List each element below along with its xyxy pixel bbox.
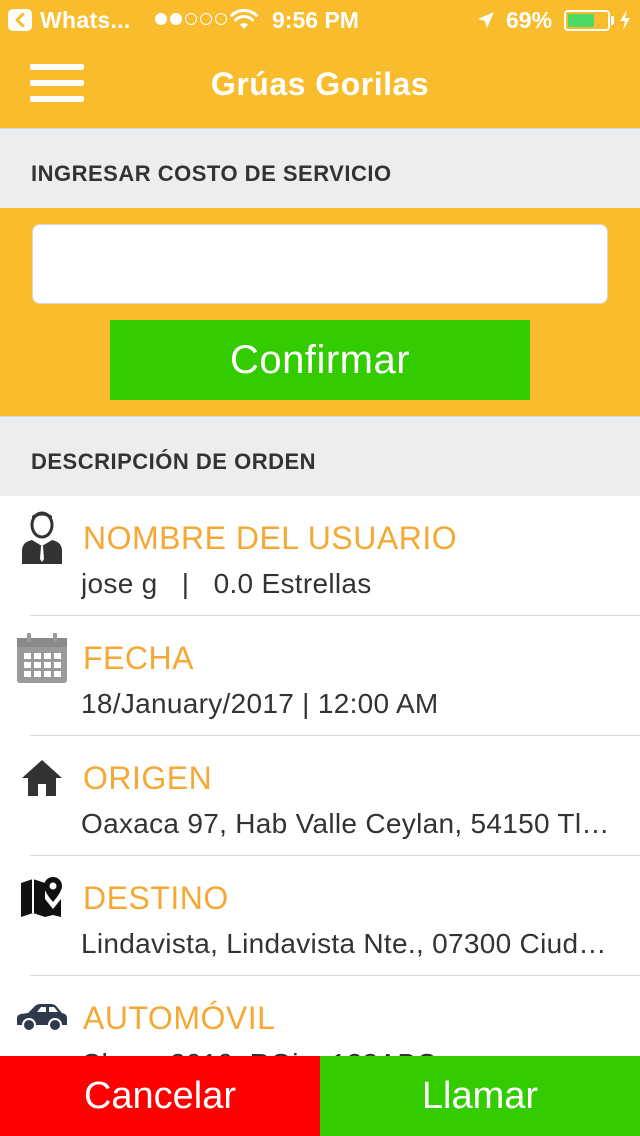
battery-level (568, 14, 594, 27)
order-section-label: DESCRIPCIÓN DE ORDEN (31, 449, 317, 474)
row-title: DESTINO (83, 880, 229, 916)
charging-bolt-icon (620, 10, 630, 30)
back-to-app-icon[interactable] (8, 9, 32, 31)
order-row-date: FECHA 18/January/2017 | 12:00 AM (0, 616, 640, 736)
row-value: Oaxaca 97, Hab Valle Ceylan, 54150 Tlaln… (81, 808, 621, 839)
cost-input-area: Confirmar (0, 208, 640, 416)
battery-cap (611, 16, 614, 25)
signal-dot (200, 13, 212, 25)
status-bar: Whats... 9:56 PM 69% (0, 0, 640, 40)
order-section-header: DESCRIPCIÓN DE ORDEN (0, 416, 640, 496)
page-title: Grúas Gorilas (210, 66, 430, 102)
confirm-button[interactable]: Confirmar (110, 320, 530, 400)
car-icon (14, 990, 70, 1046)
row-title: AUTOMÓVIL (83, 1000, 276, 1036)
order-details-list: NOMBRE DEL USUARIO jose g | 0.0 Estrella… (0, 496, 640, 1096)
signal-strength (155, 13, 227, 25)
signal-dot (155, 13, 167, 25)
signal-dot (170, 13, 182, 25)
cost-section-header: INGRESAR COSTO DE SERVICIO (0, 128, 640, 208)
home-icon (14, 750, 70, 806)
app-header: Grúas Gorilas (0, 40, 640, 128)
order-row-destination: DESTINO Lindavista, Lindavista Nte., 073… (0, 856, 640, 976)
cancel-button[interactable]: Cancelar (0, 1056, 320, 1136)
status-time: 9:56 PM (272, 7, 359, 33)
row-value: jose g | 0.0 Estrellas (81, 568, 372, 599)
row-title: ORIGEN (83, 760, 213, 796)
battery-icon (564, 10, 610, 31)
location-arrow-icon (478, 12, 494, 28)
row-value: Lindavista, Lindavista Nte., 07300 Ciuda… (81, 928, 621, 959)
row-value: 18/January/2017 | 12:00 AM (81, 688, 439, 719)
battery-percentage: 69% (506, 7, 553, 33)
map-pin-icon (14, 870, 70, 926)
user-icon (14, 510, 70, 566)
row-title: FECHA (83, 640, 194, 676)
call-button[interactable]: Llamar (320, 1056, 640, 1136)
order-row-user: NOMBRE DEL USUARIO jose g | 0.0 Estrella… (0, 496, 640, 616)
cost-section-label: INGRESAR COSTO DE SERVICIO (31, 161, 392, 186)
app-screen: Whats... 9:56 PM 69% Grúas Gorilas INGRE… (0, 0, 640, 1136)
signal-dot (185, 13, 197, 25)
signal-dot (215, 13, 227, 25)
row-title: NOMBRE DEL USUARIO (83, 520, 458, 556)
back-app-name[interactable]: Whats... (40, 7, 131, 34)
bottom-action-bar: Cancelar Llamar (0, 1056, 640, 1136)
calendar-icon (14, 630, 70, 686)
order-row-origin: ORIGEN Oaxaca 97, Hab Valle Ceylan, 5415… (0, 736, 640, 856)
service-cost-input[interactable] (32, 224, 608, 304)
wifi-icon (230, 9, 258, 29)
